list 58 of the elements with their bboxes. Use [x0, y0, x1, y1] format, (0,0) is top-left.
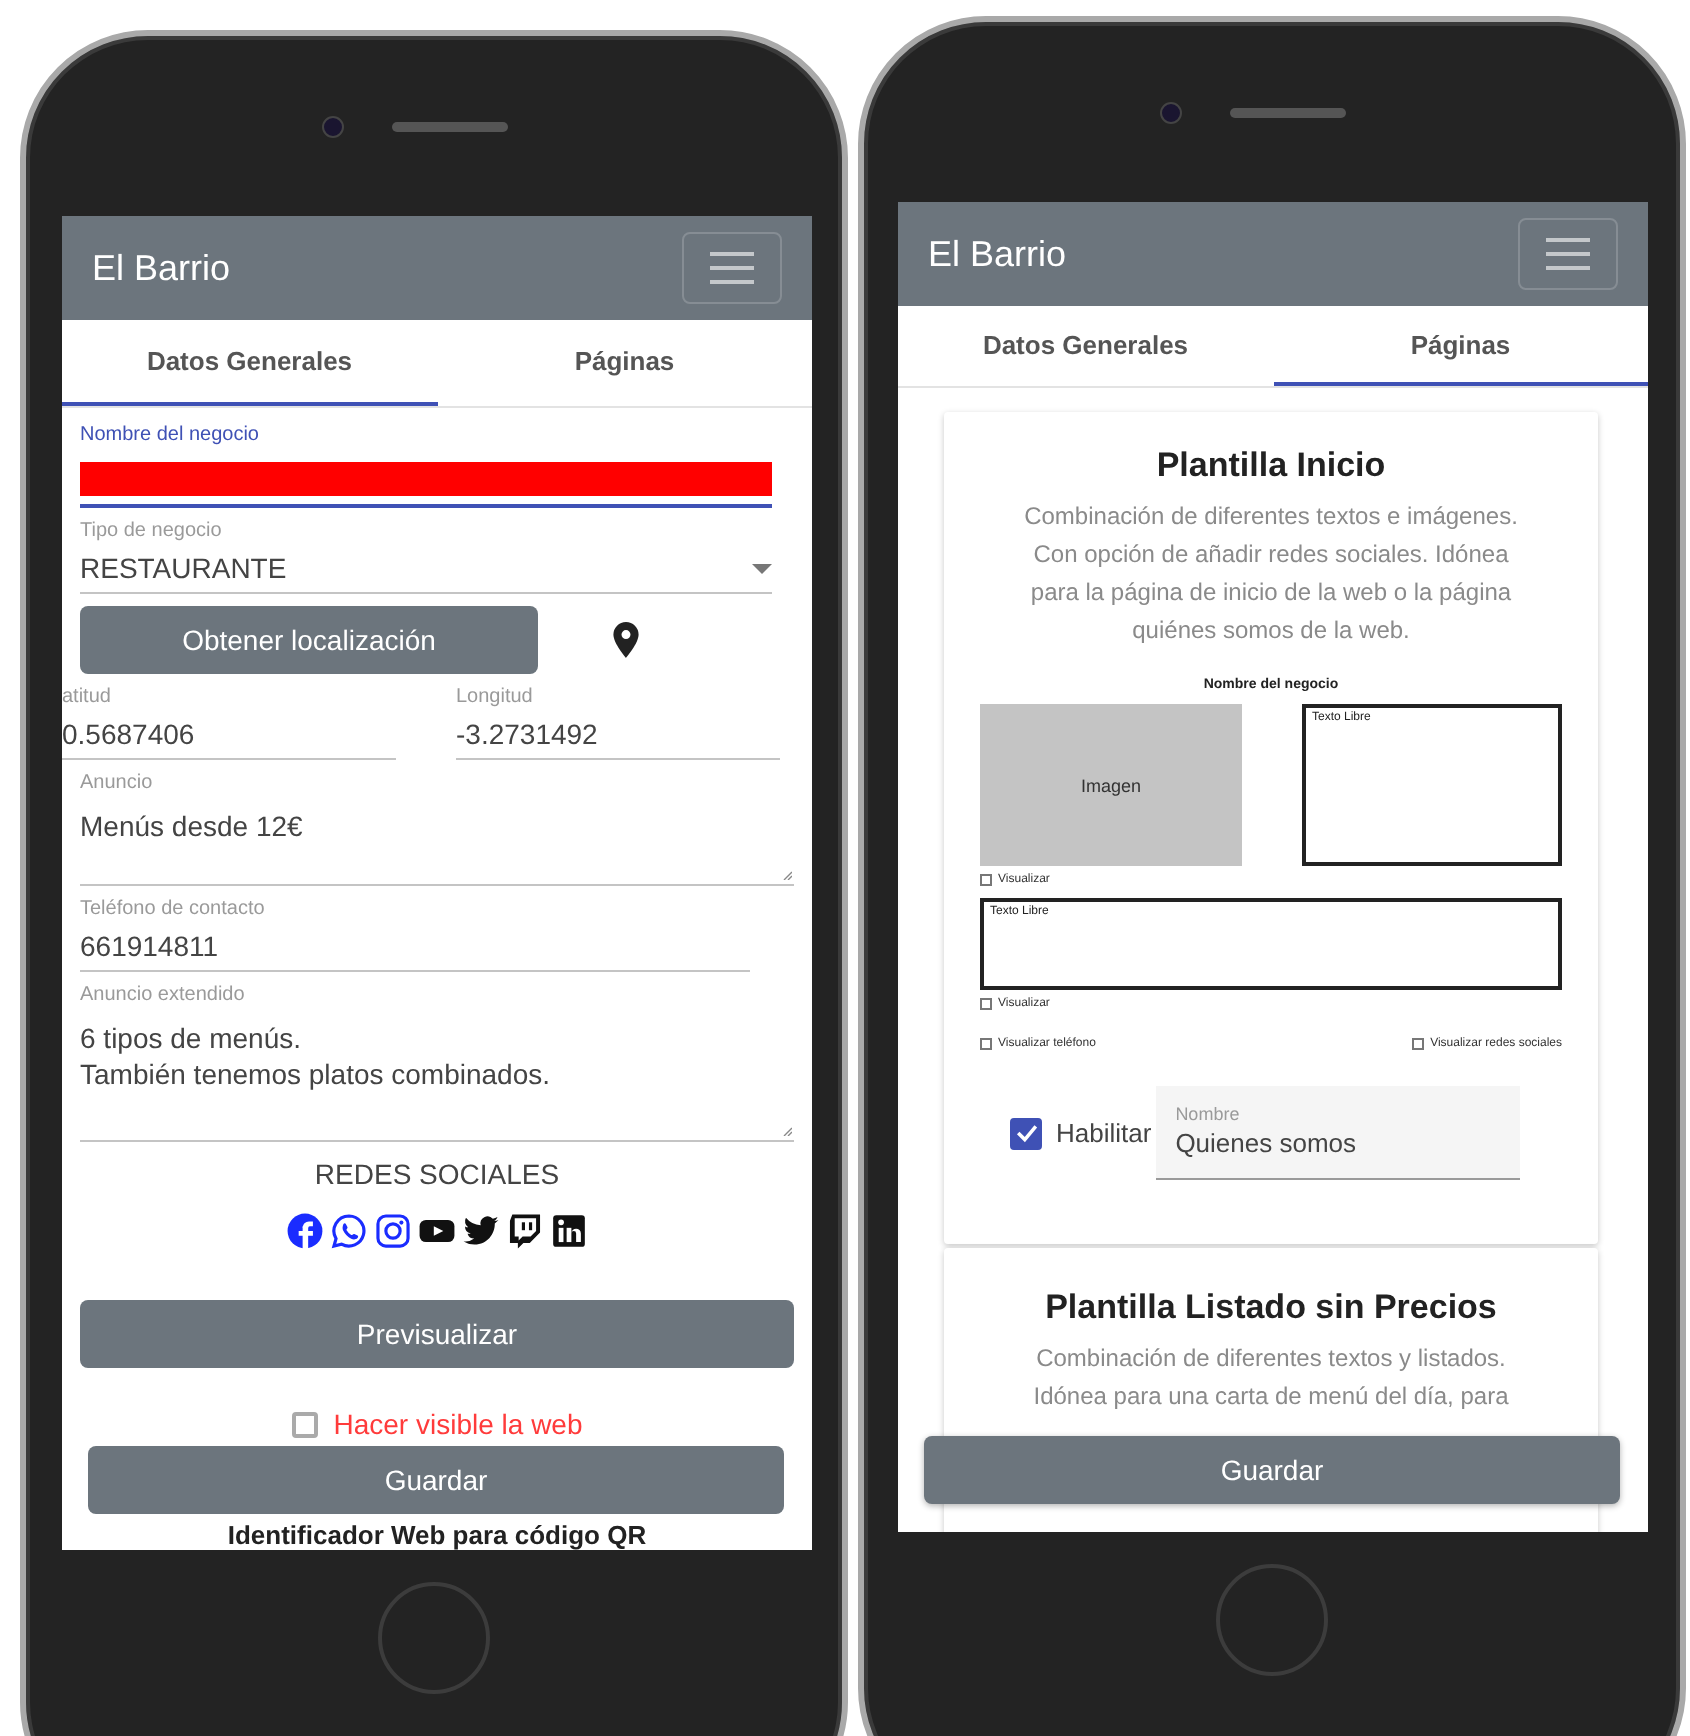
instagram-icon[interactable] [374, 1212, 412, 1250]
field-label: Nombre del negocio [80, 424, 261, 448]
checkbox[interactable] [1010, 1117, 1042, 1149]
checkbox[interactable] [980, 1038, 992, 1050]
linkedin-icon[interactable] [550, 1212, 588, 1250]
checkbox[interactable] [980, 874, 992, 886]
ad-textarea[interactable]: Menús desde 12€ [80, 796, 794, 886]
resize-handle-icon[interactable] [782, 870, 792, 880]
checkbox[interactable] [291, 1411, 318, 1437]
field-label: Anuncio [80, 772, 155, 796]
longitude-input[interactable]: -3.2731492 [456, 710, 780, 760]
field-label: atitud [62, 686, 113, 710]
menu-icon[interactable] [1544, 236, 1592, 272]
app-title: El Barrio [928, 233, 1067, 275]
tab[interactable]: Páginas [437, 320, 812, 406]
save-button[interactable]: Guardar [88, 1446, 784, 1514]
speaker-grille [391, 121, 507, 131]
card-description: Combinación de diferentes textos e imágenes. Con opción de añadir redes sociales. Idónea para la página de inicio de la web o la página quiénes somos de la web. [1022, 500, 1520, 648]
card-title: Plantilla Inicio [1156, 446, 1386, 486]
business-name-input[interactable] [80, 462, 772, 508]
menu-icon[interactable] [708, 250, 756, 286]
speaker-grille [1229, 107, 1345, 117]
camera-dot [321, 115, 343, 137]
section-heading: REDES SOCIALES [314, 1158, 560, 1190]
menu-button[interactable] [1518, 218, 1618, 290]
phone-input[interactable]: 661914811 [80, 922, 750, 972]
section-heading: Identificador Web para código QR [227, 1520, 647, 1550]
checkbox-label[interactable]: Hacer visible la web [333, 1408, 583, 1440]
latitude-input[interactable]: 0.5687406 [62, 710, 396, 760]
get-location-button[interactable]: Obtener localización [80, 606, 538, 674]
card-description: Combinación de diferentes textos y listados. Idónea para una carta de menú del día, para [1031, 1342, 1511, 1414]
checkbox[interactable] [980, 998, 992, 1010]
field-label: Tipo de negocio [80, 520, 224, 544]
camera-dot [1159, 101, 1181, 123]
resize-handle-icon[interactable] [782, 1126, 792, 1136]
tab[interactable]: Páginas [1273, 306, 1648, 386]
tab[interactable]: Datos Generales [898, 306, 1273, 386]
checkbox-label[interactable]: Habilitar [1056, 1118, 1152, 1148]
menu-button[interactable] [682, 232, 782, 304]
field-label: Longitud [456, 686, 535, 710]
name-input[interactable]: Nombre Quienes somos [1155, 1086, 1520, 1180]
card-title: Plantilla Listado sin Precios [1045, 1288, 1497, 1328]
preview-button[interactable]: Previsualizar [80, 1300, 794, 1368]
image-label: Imagen [1080, 775, 1142, 795]
twitter-icon[interactable] [462, 1212, 500, 1250]
dropdown-caret-icon [752, 563, 772, 573]
business-type-select[interactable]: RESTAURANTE [80, 544, 772, 594]
field-label: Teléfono de contacto [80, 898, 267, 922]
whatsapp-icon[interactable] [330, 1212, 368, 1250]
field-label: Anuncio extendido [80, 984, 247, 1008]
extended-ad-textarea[interactable]: 6 tipos de menús. También tenemos platos combinados. [80, 1008, 794, 1142]
app-title: El Barrio [92, 247, 231, 289]
tab[interactable]: Datos Generales [62, 320, 437, 406]
save-button[interactable]: Guardar [924, 1436, 1620, 1504]
twitch-icon[interactable] [506, 1212, 544, 1250]
facebook-icon[interactable] [286, 1212, 324, 1250]
map-pin-icon[interactable] [612, 622, 640, 658]
checkbox[interactable] [1412, 1038, 1425, 1050]
